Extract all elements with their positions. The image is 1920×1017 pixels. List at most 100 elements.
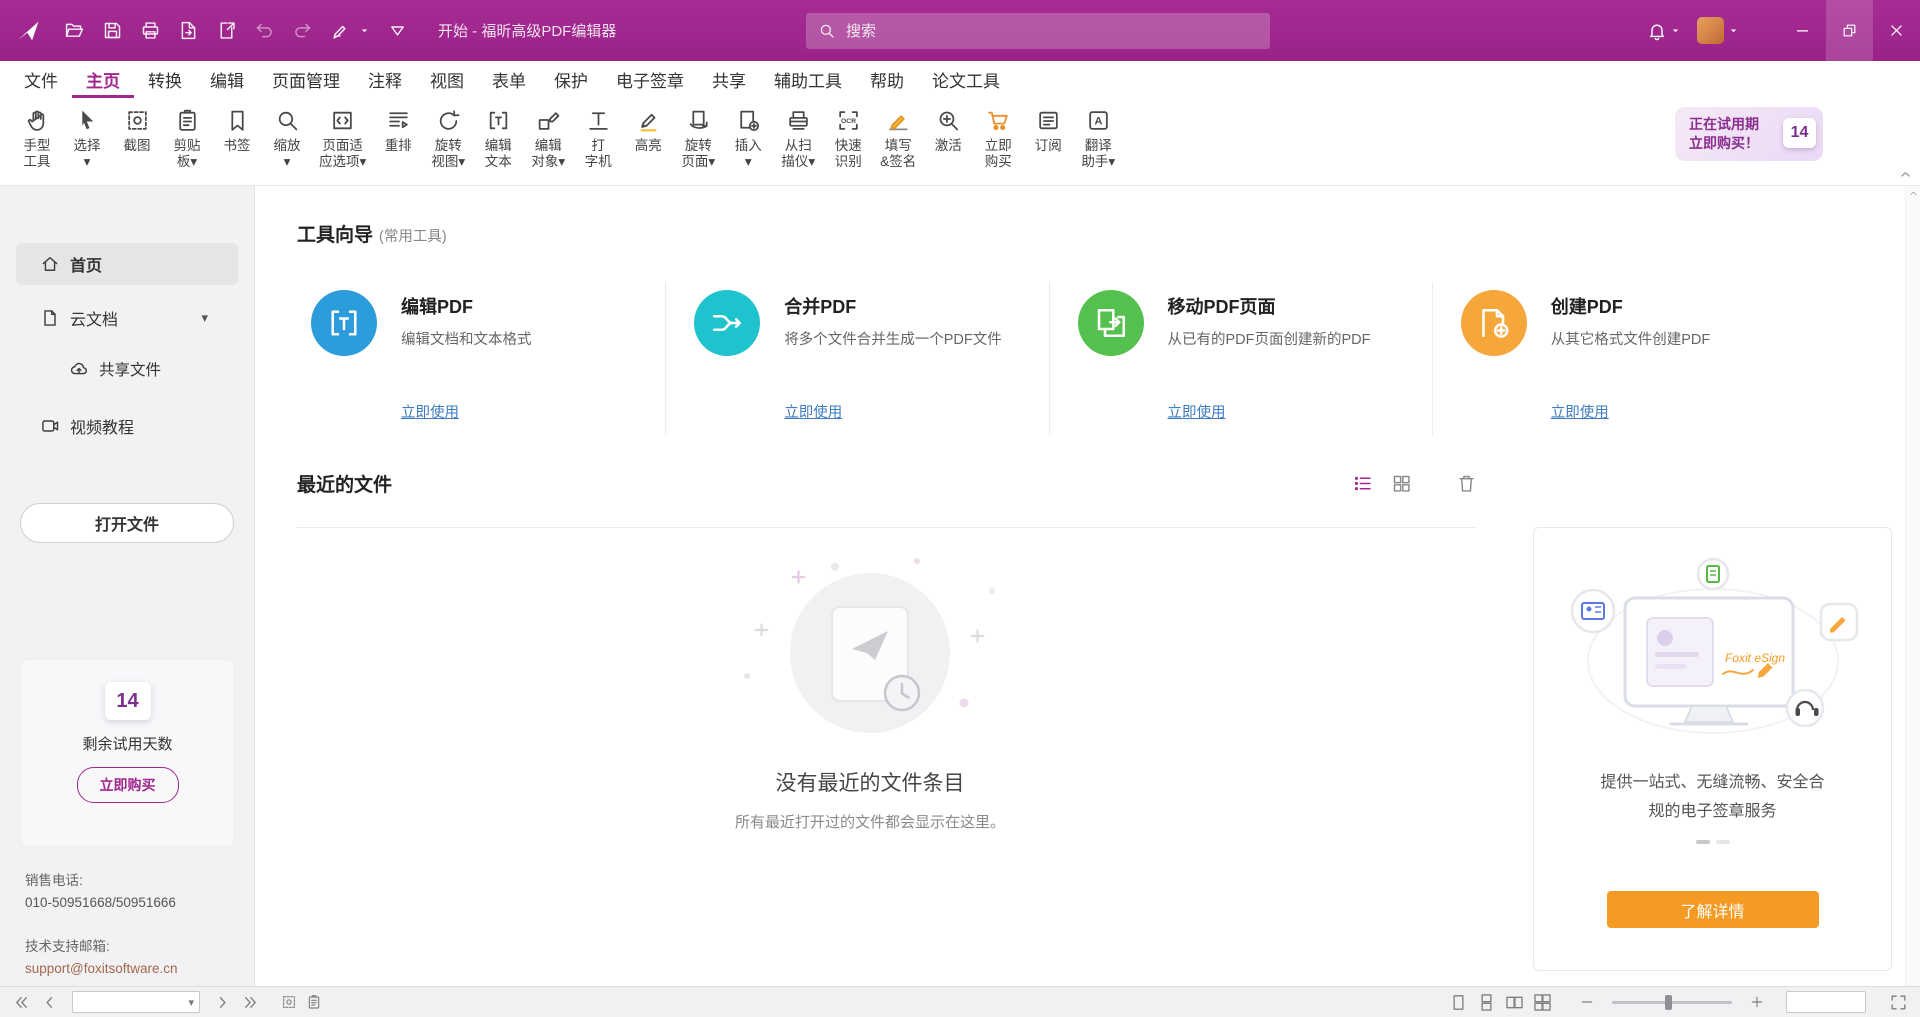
ocr-tool[interactable]: OCR 快速识别 xyxy=(823,106,873,172)
tab-home[interactable]: 主页 xyxy=(72,61,134,98)
restore-button[interactable] xyxy=(1826,0,1873,61)
save-icon[interactable] xyxy=(102,20,123,41)
support-email-label: 技术支持邮箱: xyxy=(25,935,178,955)
next-page-button[interactable] xyxy=(213,993,232,1012)
zoom-tool[interactable]: 缩放▾ xyxy=(262,106,312,172)
scroll-up-icon[interactable] xyxy=(1908,188,1919,199)
promo-text: 提供一站式、无缝流畅、安全合 规的电子签章服务 xyxy=(1534,768,1891,826)
tab-help[interactable]: 帮助 xyxy=(856,61,918,98)
support-email-link[interactable]: support@foxitsoftware.cn xyxy=(25,961,178,976)
select-tool[interactable]: 选择▾ xyxy=(62,106,112,172)
tab-comment[interactable]: 注释 xyxy=(354,61,416,98)
customize-toolbar-icon[interactable] xyxy=(387,20,408,41)
tab-protect[interactable]: 保护 xyxy=(540,61,602,98)
list-view-icon[interactable] xyxy=(1352,473,1373,494)
tab-file[interactable]: 文件 xyxy=(10,61,72,98)
zoom-slider[interactable] xyxy=(1612,1001,1732,1004)
open-file-button[interactable]: 打开文件 xyxy=(20,503,234,543)
tool-card-use-link[interactable]: 立即使用 xyxy=(1551,401,1609,422)
hand-tool[interactable]: 手型工具 xyxy=(12,106,62,172)
esign-pen-icon[interactable] xyxy=(330,20,351,41)
typewriter-tool[interactable]: 打字机 xyxy=(573,106,623,172)
tab-accessibility[interactable]: 辅助工具 xyxy=(760,61,856,98)
activate-tool[interactable]: 激活 xyxy=(923,106,973,156)
fill-sign-tool[interactable]: 填写&签名 xyxy=(873,106,923,172)
reflow-tool[interactable]: 重排 xyxy=(373,106,423,156)
notifications-bell-icon[interactable] xyxy=(1647,21,1667,41)
buy-now-button[interactable]: 立即购买 xyxy=(77,767,179,803)
user-avatar[interactable] xyxy=(1697,17,1724,44)
rotate-view-tool[interactable]: 旋转视图▾ xyxy=(423,106,473,172)
bell-caret-icon[interactable] xyxy=(1670,25,1681,36)
zoom-level-box[interactable] xyxy=(1786,991,1866,1013)
esign-caret-icon[interactable] xyxy=(359,25,370,36)
carousel-dot[interactable] xyxy=(1716,840,1730,844)
buy-tool[interactable]: 立即购买 xyxy=(973,106,1023,172)
sidebar-item-home[interactable]: 首页 ▾ xyxy=(16,243,238,285)
grid-view-icon[interactable] xyxy=(1391,473,1412,494)
undo-icon[interactable] xyxy=(254,20,275,41)
continuous-view-button[interactable] xyxy=(1477,993,1496,1012)
close-button[interactable] xyxy=(1873,0,1920,61)
prev-page-button[interactable] xyxy=(40,993,59,1012)
learn-more-button[interactable]: 了解详情 xyxy=(1607,891,1819,928)
edit-text-tool[interactable]: 编辑文本 xyxy=(473,106,523,172)
insert-pages-tool[interactable]: 插入▾ xyxy=(723,106,773,172)
subscribe-tool[interactable]: 订阅 xyxy=(1023,106,1073,156)
search-input[interactable] xyxy=(846,23,1258,40)
trial-banner[interactable]: 正在试用期 立即购买！ 14 xyxy=(1675,107,1823,161)
scanner-tool[interactable]: 从扫描仪▾ xyxy=(773,106,823,172)
facing-view-button[interactable] xyxy=(1505,993,1524,1012)
first-page-button[interactable] xyxy=(12,993,31,1012)
tool-card-use-link[interactable]: 立即使用 xyxy=(401,401,459,422)
tab-form[interactable]: 表单 xyxy=(478,61,540,98)
redo-icon[interactable] xyxy=(292,20,313,41)
page-fit-tool[interactable]: 页面适应选项▾ xyxy=(312,106,373,172)
clear-recent-trash-icon[interactable] xyxy=(1456,473,1477,494)
translate-tool[interactable]: A 翻译助手▾ xyxy=(1073,106,1123,172)
tool-card-use-link[interactable]: 立即使用 xyxy=(1168,401,1226,422)
edit-object-tool[interactable]: 编辑对象▾ xyxy=(523,106,573,172)
sidebar-item-shared-files[interactable]: 共享文件 ▾ xyxy=(16,351,238,387)
last-page-button[interactable] xyxy=(241,993,260,1012)
snapshot-tool[interactable]: 截图 xyxy=(112,106,162,156)
clipboard-button[interactable] xyxy=(306,994,322,1010)
chevron-down-icon[interactable]: ▾ xyxy=(201,310,208,326)
tab-esign[interactable]: 电子签章 xyxy=(602,61,698,98)
zoom-level-input[interactable] xyxy=(1787,992,1865,1012)
ribbon-collapse-icon[interactable] xyxy=(1898,167,1913,182)
avatar-caret-icon[interactable] xyxy=(1728,25,1739,36)
page-number-input[interactable] xyxy=(73,995,188,1010)
fullscreen-button[interactable] xyxy=(1889,993,1908,1012)
export-icon[interactable] xyxy=(178,20,199,41)
tool-card-title: 合并PDF xyxy=(784,293,856,319)
tab-paper-tools[interactable]: 论文工具 xyxy=(918,61,1014,98)
tab-view[interactable]: 视图 xyxy=(416,61,478,98)
minimize-button[interactable] xyxy=(1779,0,1826,61)
content-scrollbar[interactable] xyxy=(1905,186,1920,986)
page-caret-icon[interactable]: ▾ xyxy=(188,996,194,1009)
zoom-in-button[interactable] xyxy=(1749,994,1765,1010)
sidebar-item-cloud-docs[interactable]: 云文档 ▾ xyxy=(16,297,238,339)
page-number-box[interactable]: ▾ xyxy=(72,991,200,1013)
sidebar-item-video-tutorials[interactable]: 视频教程 ▾ xyxy=(16,405,238,447)
single-page-view-button[interactable] xyxy=(1449,993,1468,1012)
share-icon[interactable] xyxy=(216,20,237,41)
facing-continuous-view-button[interactable] xyxy=(1533,993,1552,1012)
tool-card-use-link[interactable]: 立即使用 xyxy=(784,401,842,422)
zoom-slider-thumb[interactable] xyxy=(1665,995,1672,1010)
snapshot-button[interactable] xyxy=(281,994,297,1010)
rotate-pages-tool[interactable]: 旋转页面▾ xyxy=(673,106,723,172)
search-box[interactable] xyxy=(806,13,1270,49)
zoom-out-button[interactable] xyxy=(1579,994,1595,1010)
tab-convert[interactable]: 转换 xyxy=(134,61,196,98)
highlight-tool[interactable]: 高亮 xyxy=(623,106,673,156)
carousel-dot[interactable] xyxy=(1696,840,1710,844)
tab-share[interactable]: 共享 xyxy=(698,61,760,98)
tab-edit[interactable]: 编辑 xyxy=(196,61,258,98)
open-file-icon[interactable] xyxy=(64,20,85,41)
print-icon[interactable] xyxy=(140,20,161,41)
clipboard-tool[interactable]: 剪贴板▾ xyxy=(162,106,212,172)
tab-page-manage[interactable]: 页面管理 xyxy=(258,61,354,98)
bookmark-tool[interactable]: 书签 xyxy=(212,106,262,156)
